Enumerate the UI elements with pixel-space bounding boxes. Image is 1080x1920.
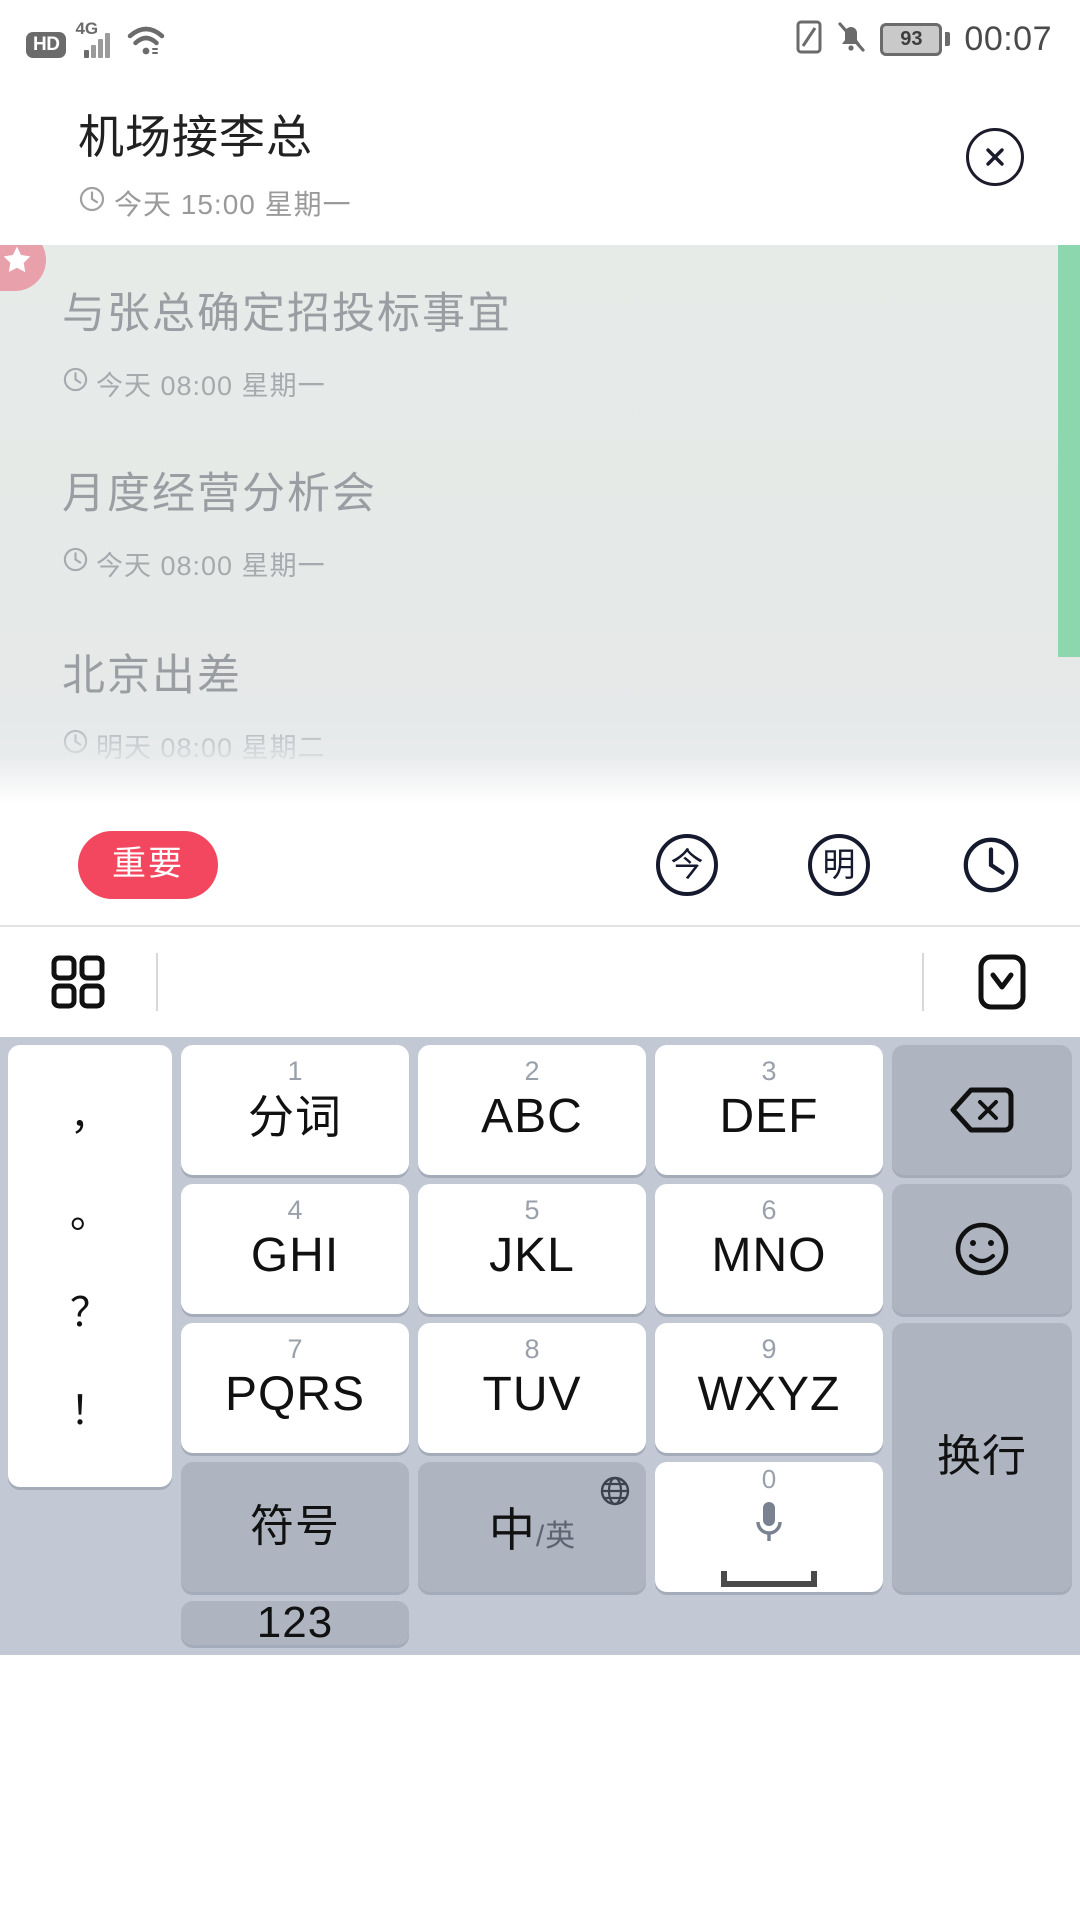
key-tuv[interactable]: 8 TUV bbox=[418, 1322, 646, 1453]
backspace-icon[interactable] bbox=[892, 1044, 1072, 1175]
chevron-down-icon[interactable] bbox=[924, 951, 1080, 1013]
today-button[interactable]: 今 bbox=[656, 833, 718, 896]
list-item-datetime-label: 明天 08:00 星期二 bbox=[96, 732, 326, 763]
status-bar-time: 00:07 bbox=[964, 19, 1052, 58]
list-item[interactable]: 与张总确定招投标事宜 今天 08:00 星期一 bbox=[0, 244, 1080, 403]
key-label: 符号 bbox=[250, 1501, 340, 1551]
keyboard-grid[interactable]: 1 分词 2 ABC 3 DEF 4 GHI 5 JKL 6 MNO 7 PQR… bbox=[181, 1044, 1072, 1647]
key-label: 换行 bbox=[937, 1432, 1027, 1482]
clock-icon bbox=[62, 546, 89, 580]
key-number: 7 bbox=[287, 1333, 303, 1364]
punctuation-key[interactable]: ， 。 ？ ！ bbox=[8, 1044, 172, 1487]
list-item[interactable]: 北京出差 明天 08:00 星期二 bbox=[0, 583, 1080, 765]
key-label: MNO bbox=[711, 1228, 827, 1282]
punct-comma[interactable]: ， bbox=[70, 1096, 110, 1136]
clock-icon[interactable] bbox=[960, 834, 1022, 896]
list-item-title: 月度经营分析会 bbox=[62, 469, 377, 518]
close-icon[interactable] bbox=[966, 128, 1024, 186]
quick-action-bar: 重要 今 明 bbox=[0, 804, 1080, 925]
key-label: GHI bbox=[250, 1228, 340, 1282]
tomorrow-button[interactable]: 明 bbox=[808, 833, 870, 896]
list-item[interactable]: 充电桩项目需求沟通 bbox=[0, 765, 1080, 805]
language-separator: / bbox=[535, 1519, 545, 1553]
status-bar-right: 93 00:07 bbox=[796, 20, 1052, 59]
list-item-datetime-label: 今天 08:00 星期一 bbox=[96, 550, 326, 581]
toolbar-divider-left bbox=[156, 952, 158, 1011]
punct-question[interactable]: ？ bbox=[70, 1293, 110, 1333]
key-number: 4 bbox=[287, 1194, 303, 1225]
list-item-datetime: 今天 08:00 星期一 bbox=[62, 364, 1080, 403]
key-pqrs[interactable]: 7 PQRS bbox=[181, 1322, 409, 1453]
key-label: WXYZ bbox=[697, 1367, 841, 1421]
enter-key[interactable]: 换行 bbox=[892, 1322, 1072, 1592]
status-bar-left: HD 4G bbox=[26, 20, 166, 58]
list-item-datetime: 明天 08:00 星期二 bbox=[62, 726, 1080, 765]
language-switch-key[interactable]: 中 / 英 bbox=[418, 1461, 646, 1592]
task-datetime-label: 今天 15:00 星期一 bbox=[114, 188, 352, 220]
key-label: PQRS bbox=[224, 1367, 366, 1421]
nfc-icon bbox=[796, 20, 822, 59]
signal-bars bbox=[84, 32, 110, 58]
key-def[interactable]: 3 DEF bbox=[655, 1044, 883, 1175]
list-item-datetime: 今天 08:00 星期一 bbox=[62, 544, 1080, 583]
list-item-datetime-label: 今天 08:00 星期一 bbox=[96, 370, 326, 401]
key-fenci[interactable]: 1 分词 bbox=[181, 1044, 409, 1175]
key-number: 3 bbox=[761, 1055, 777, 1086]
key-number: 8 bbox=[524, 1333, 540, 1364]
key-label: DEF bbox=[719, 1089, 819, 1143]
important-button[interactable]: 重要 bbox=[78, 830, 218, 899]
list-item-title: 与张总确定招投标事宜 bbox=[62, 289, 512, 338]
page-title: 机场接李总 bbox=[78, 111, 313, 163]
signal-icon: 4G bbox=[75, 20, 117, 58]
key-label: TUV bbox=[482, 1367, 582, 1421]
hd-icon: HD bbox=[26, 32, 67, 58]
keyboard-toolbar bbox=[0, 924, 1080, 1037]
task-list[interactable]: 与张总确定招投标事宜 今天 08:00 星期一 月度经营分析会 今天 08:00… bbox=[0, 244, 1080, 805]
language-primary: 中 bbox=[488, 1503, 535, 1556]
key-number: 1 bbox=[287, 1055, 303, 1086]
task-datetime: 今天 15:00 星期一 bbox=[78, 183, 1040, 223]
star-icon[interactable] bbox=[0, 244, 46, 291]
key-ghi[interactable]: 4 GHI bbox=[181, 1183, 409, 1314]
numeric-key[interactable]: 123 bbox=[181, 1597, 409, 1647]
key-number: 9 bbox=[761, 1333, 777, 1364]
language-secondary: 英 bbox=[545, 1519, 576, 1553]
key-jkl[interactable]: 5 JKL bbox=[418, 1183, 646, 1314]
punct-exclamation[interactable]: ！ bbox=[70, 1391, 110, 1431]
key-abc[interactable]: 2 ABC bbox=[418, 1044, 646, 1175]
globe-icon[interactable] bbox=[598, 1474, 632, 1513]
battery-level: 93 bbox=[880, 22, 943, 56]
clock-icon bbox=[62, 728, 89, 762]
key-wxyz[interactable]: 9 WXYZ bbox=[655, 1322, 883, 1453]
grid-icon[interactable] bbox=[0, 954, 156, 1010]
list-item[interactable]: 月度经营分析会 今天 08:00 星期一 bbox=[0, 403, 1080, 583]
task-header: 机场接李总 今天 15:00 星期一 bbox=[0, 78, 1080, 245]
clock-icon bbox=[78, 185, 106, 220]
punct-period[interactable]: 。 bbox=[70, 1194, 110, 1234]
symbol-key[interactable]: 符号 bbox=[181, 1461, 409, 1592]
bell-muted-icon bbox=[836, 20, 866, 59]
microphone-icon[interactable] bbox=[751, 1498, 787, 1557]
wifi-icon bbox=[126, 24, 166, 58]
keyboard[interactable]: ， 。 ？ ！ 1 分词 2 ABC 3 DEF 4 GHI 5 JKL 6 M… bbox=[0, 1036, 1080, 1655]
space-key[interactable]: 0 bbox=[655, 1461, 883, 1592]
space-bar-glyph bbox=[721, 1571, 817, 1588]
key-mno[interactable]: 6 MNO bbox=[655, 1183, 883, 1314]
key-number: 5 bbox=[524, 1194, 540, 1225]
key-number: 6 bbox=[761, 1194, 777, 1225]
key-label: ABC bbox=[481, 1089, 583, 1143]
clock-icon bbox=[62, 366, 89, 400]
key-number: 2 bbox=[524, 1055, 540, 1086]
battery-icon: 93 bbox=[880, 22, 951, 56]
key-number: 0 bbox=[761, 1464, 777, 1495]
emoji-icon[interactable] bbox=[892, 1183, 1072, 1314]
key-label: 分词 bbox=[248, 1090, 342, 1143]
language-label: 中 / 英 bbox=[489, 1494, 575, 1560]
list-item-title: 北京出差 bbox=[62, 651, 242, 700]
status-bar: HD 4G 93 00:07 bbox=[0, 0, 1080, 78]
key-label: JKL bbox=[489, 1228, 575, 1282]
quick-date-buttons: 今 明 bbox=[656, 833, 1022, 896]
key-label: 123 bbox=[256, 1597, 334, 1647]
